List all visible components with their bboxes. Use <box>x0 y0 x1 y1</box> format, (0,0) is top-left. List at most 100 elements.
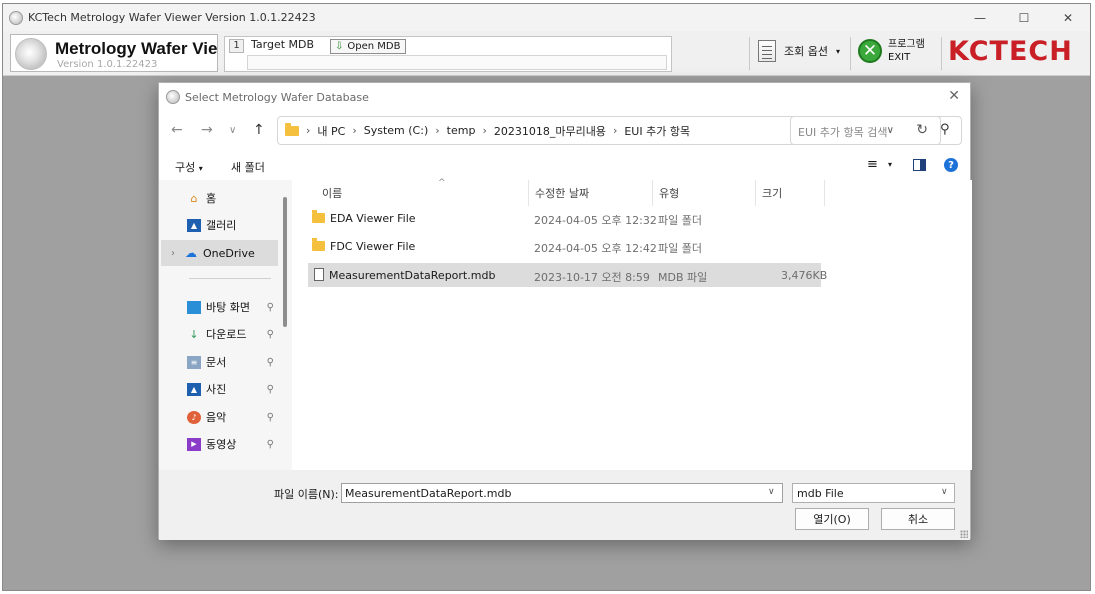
file-type: MDB 파일 <box>658 271 708 284</box>
chevron-down-icon[interactable]: ∨ <box>941 487 948 497</box>
file-name-cell: FDC Viewer File <box>312 238 415 253</box>
forward-arrow-icon[interactable]: → <box>201 122 213 138</box>
sidebar-item-label: 음악 <box>206 411 227 424</box>
back-arrow-icon[interactable]: ← <box>171 122 183 138</box>
brand-version: Version 1.0.1.22423 <box>57 59 158 70</box>
pin-icon[interactable]: ⚲ <box>267 302 274 313</box>
chevron-down-icon[interactable]: ∨ <box>768 487 775 497</box>
help-button[interactable]: ? <box>944 158 958 172</box>
new-folder-button[interactable]: 새 폴더 <box>231 159 265 175</box>
download-icon: ↓ <box>189 327 199 341</box>
brand-title: Metrology Wafer Viewer <box>55 39 217 58</box>
sidebar-scrollbar[interactable] <box>283 182 287 470</box>
sidebar-item-videos[interactable]: ▶ 동영상 ⚲ <box>161 431 278 457</box>
dialog-title-bar: Select Metrology Wafer Database ✕ <box>159 83 970 111</box>
file-name: EDA Viewer File <box>330 212 416 225</box>
window-title: KCTech Metrology Wafer Viewer Version 1.… <box>28 11 316 24</box>
minimize-button[interactable]: — <box>958 4 1002 31</box>
open-file-dialog: Select Metrology Wafer Database ✕ ← → ∨ … <box>158 82 972 540</box>
pin-icon[interactable]: ⚲ <box>267 384 274 395</box>
file-icon <box>314 268 324 281</box>
pin-icon[interactable]: ⚲ <box>267 412 274 423</box>
preview-pane-button[interactable] <box>913 159 926 171</box>
open-arrow-icon: ⇩ <box>335 41 344 52</box>
breadcrumb-item[interactable]: EUI 추가 항목 <box>624 123 690 139</box>
target-mdb-label: Target MDB <box>251 38 315 51</box>
sidebar-item-label: 문서 <box>206 356 227 369</box>
resize-grip-icon[interactable] <box>960 530 968 538</box>
video-icon: ▶ <box>187 437 201 451</box>
view-options-label: 조회 옵션 <box>784 45 828 58</box>
sidebar-scroll-thumb[interactable] <box>283 197 287 327</box>
folder-icon <box>285 122 299 136</box>
chevron-down-icon[interactable]: ▾ <box>888 160 892 169</box>
expand-chevron-icon[interactable]: › <box>171 248 175 259</box>
open-mdb-button[interactable]: ⇩ Open MDB <box>330 39 407 54</box>
dialog-footer: 파일 이름(N): MeasurementDataReport.mdb ∨ md… <box>159 470 970 540</box>
up-arrow-icon[interactable]: ↑ <box>253 122 265 138</box>
sidebar-item-desktop[interactable]: 바탕 화면 ⚲ <box>161 294 278 320</box>
column-name-label: 이름 <box>322 187 343 200</box>
search-input[interactable]: EUI 추가 항목 검색 <box>790 116 962 145</box>
sidebar-item-label: 사진 <box>206 383 227 396</box>
file-size: 3,476KB <box>781 269 828 282</box>
dialog-app-icon <box>166 90 180 104</box>
filename-label: 파일 이름(N): <box>274 488 339 501</box>
dialog-close-icon[interactable]: ✕ <box>948 88 960 104</box>
documents-icon: ≡ <box>187 355 201 369</box>
sidebar-item-documents[interactable]: ≡ 문서 ⚲ <box>161 349 278 375</box>
sidebar-item-music[interactable]: ♪ 음악 ⚲ <box>161 404 278 430</box>
cloud-icon: ☁ <box>185 246 197 260</box>
view-options-button[interactable]: 조회 옵션 ▾ <box>758 40 840 62</box>
exit-label-line2: EXIT <box>888 52 911 63</box>
sort-ascending-icon: ^ <box>438 178 446 188</box>
file-row[interactable]: FDC Viewer File 2024-04-05 오후 12:42 파일 폴… <box>308 234 821 258</box>
file-modified: 2024-04-05 오후 12:42 <box>534 242 657 255</box>
toolbar-separator <box>941 37 942 70</box>
recent-locations-chevron-icon[interactable]: ∨ <box>229 125 236 136</box>
search-icon[interactable]: ⚲ <box>940 122 960 137</box>
window-controls: — ☐ ✕ <box>958 4 1090 31</box>
breadcrumb-item[interactable]: System (C:) <box>364 124 429 137</box>
pictures-icon: ▲ <box>187 382 201 396</box>
sidebar-item-gallery[interactable]: ▲ 갤러리 <box>161 212 278 238</box>
file-type: 파일 폴더 <box>658 214 702 227</box>
file-row-selected[interactable]: MeasurementDataReport.mdb 2023-10-17 오전 … <box>308 263 827 287</box>
target-mdb-path[interactable] <box>247 55 667 70</box>
navigation-pane: ⌂ 홈 ▲ 갤러리 › ☁ OneDrive 바탕 화면 ⚲ ↓ 다운로드 ⚲ <box>159 180 281 470</box>
home-icon: ⌂ <box>190 191 198 205</box>
file-type-select[interactable]: mdb File <box>792 483 955 503</box>
help-icon: ? <box>944 158 958 172</box>
organize-label: 구성 <box>175 161 196 174</box>
maximize-button[interactable]: ☐ <box>1002 4 1046 31</box>
view-menu-icon[interactable]: ≡ <box>867 157 878 172</box>
breadcrumb-item[interactable]: 내 PC <box>317 123 345 139</box>
file-row[interactable]: EDA Viewer File 2024-04-05 오후 12:32 파일 폴… <box>308 206 821 230</box>
pin-icon[interactable]: ⚲ <box>267 357 274 368</box>
column-header-name[interactable]: 이름 ^ <box>308 178 529 206</box>
sidebar-item-label: 갤러리 <box>206 219 237 232</box>
pin-icon[interactable]: ⚲ <box>267 439 274 450</box>
open-button[interactable]: 열기(O) <box>795 508 869 530</box>
exit-button[interactable]: ✕ 프로그램 EXIT <box>858 38 925 64</box>
column-header-size[interactable]: 크기 <box>756 180 825 206</box>
sidebar-item-pictures[interactable]: ▲ 사진 ⚲ <box>161 376 278 402</box>
sidebar-item-onedrive[interactable]: › ☁ OneDrive <box>161 240 278 266</box>
file-name-cell: EDA Viewer File <box>312 210 416 225</box>
column-header-type[interactable]: 유형 <box>653 180 756 206</box>
target-mdb-group: 1 Target MDB ⇩ Open MDB <box>224 36 672 72</box>
cancel-button[interactable]: 취소 <box>881 508 955 530</box>
breadcrumb-item[interactable]: temp <box>447 124 476 137</box>
file-type: 파일 폴더 <box>658 242 702 255</box>
toolbar-separator <box>749 37 750 70</box>
file-modified: 2023-10-17 오전 8:59 <box>534 271 650 284</box>
sidebar-item-downloads[interactable]: ↓ 다운로드 ⚲ <box>161 321 278 347</box>
breadcrumb-item[interactable]: 20231018_마무리내용 <box>494 123 606 139</box>
organize-button[interactable]: 구성 ▾ <box>175 159 203 175</box>
breadcrumb-separator-icon: › <box>482 124 487 137</box>
column-header-modified[interactable]: 수정한 날짜 <box>529 180 653 206</box>
pin-icon[interactable]: ⚲ <box>267 329 274 340</box>
close-button[interactable]: ✕ <box>1046 4 1090 31</box>
filename-input[interactable]: MeasurementDataReport.mdb <box>341 483 783 503</box>
sidebar-item-home[interactable]: ⌂ 홈 <box>161 185 278 211</box>
